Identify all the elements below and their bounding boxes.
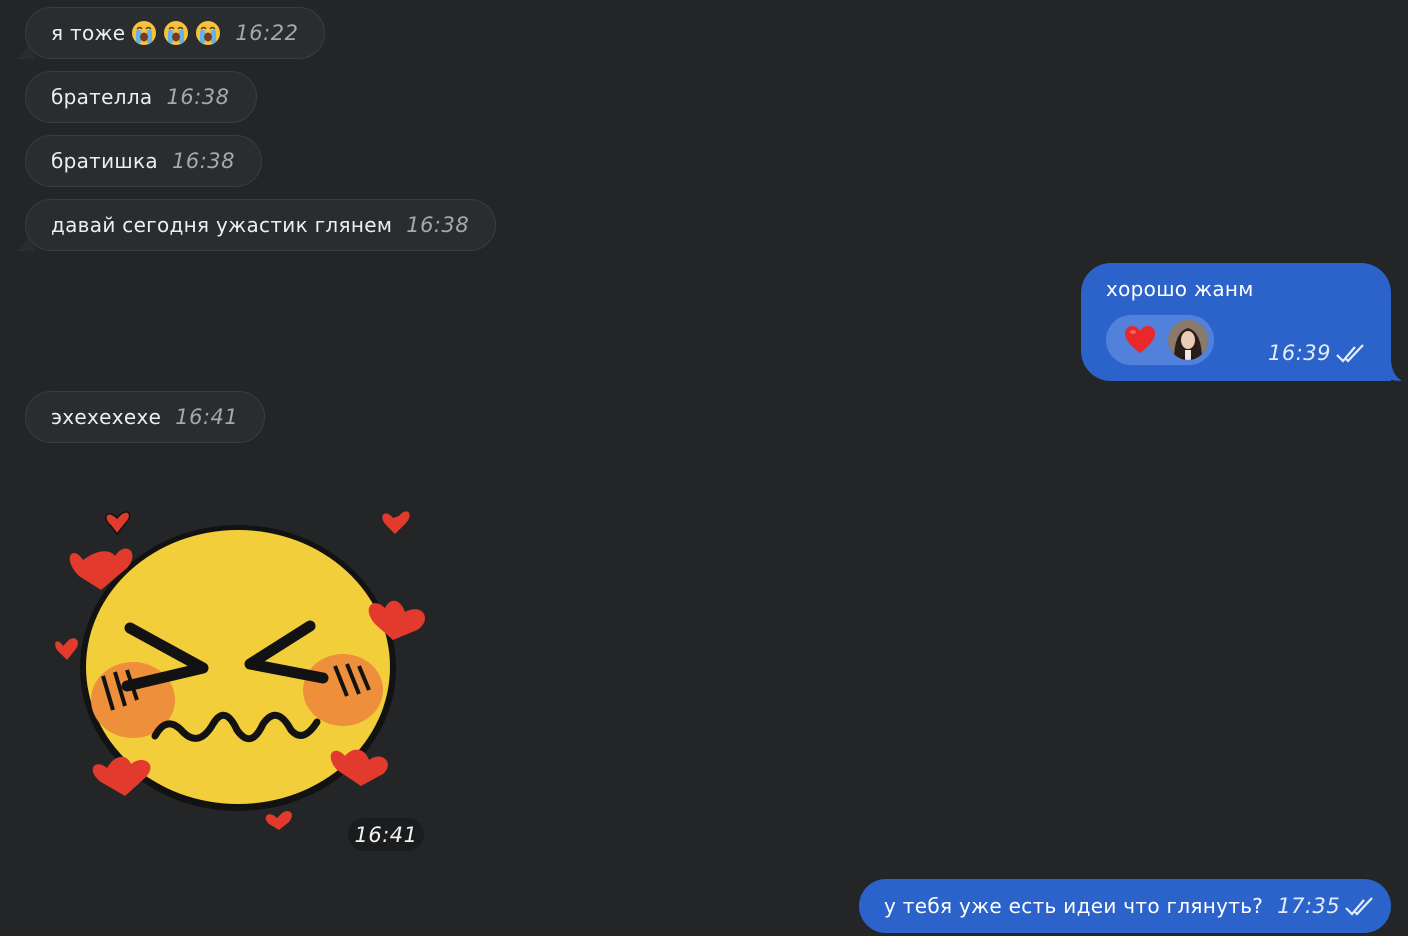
message-time: 16:22 <box>235 21 299 45</box>
crying-face-icon <box>196 21 221 45</box>
message-time: 16:41 <box>175 405 239 429</box>
double-check-icon <box>1345 897 1374 916</box>
sticker-image[interactable] <box>55 478 430 833</box>
heart-icon <box>105 511 131 536</box>
incoming-message[interactable]: давай сегодня ужастик глянем 16:38 <box>14 199 497 251</box>
reaction-pill[interactable] <box>1106 315 1214 365</box>
crying-face-icon <box>132 21 157 45</box>
message-text: хорошо жанм <box>1106 277 1254 301</box>
incoming-message[interactable]: брателла 16:38 <box>25 71 257 123</box>
double-check-icon <box>1336 344 1364 363</box>
message-text: братишка <box>51 149 158 173</box>
emoji-group <box>125 20 221 46</box>
incoming-message[interactable]: братишка 16:38 <box>25 135 263 187</box>
incoming-message[interactable]: я тоже 16:22 <box>14 7 326 59</box>
chat-history: я тоже 16:22 брателла 16:38 братишка 16:… <box>0 0 1408 936</box>
time-text: 17:35 <box>1277 894 1341 918</box>
time-text: 16:39 <box>1268 341 1332 365</box>
message-time: 16:38 <box>171 149 236 173</box>
message-text: эхехехехе <box>51 405 162 429</box>
message-text: я тоже <box>51 21 126 45</box>
outgoing-message[interactable]: у тебя уже есть идеи что глянуть? 17:35 <box>859 879 1391 933</box>
message-time: 16:38 <box>406 213 470 237</box>
avatar <box>1168 320 1208 360</box>
outgoing-message[interactable]: хорошо жанм 16:39 <box>1081 263 1391 381</box>
incoming-message[interactable]: эхехехехе 16:41 <box>25 391 266 443</box>
bubble-tail <box>14 237 36 251</box>
message-text: у тебя уже есть идеи что глянуть? <box>884 894 1264 918</box>
heart-icon <box>1125 326 1155 353</box>
crying-face-icon <box>164 21 189 45</box>
message-time: 17:35 <box>1277 894 1376 918</box>
bubble-tail <box>14 45 36 59</box>
message-text: брателла <box>51 85 153 109</box>
message-time: 16:38 <box>166 85 230 109</box>
message-text: давай сегодня ужастик глянем <box>51 213 393 237</box>
message-time: 16:39 <box>1268 341 1367 365</box>
bubble-tail <box>1378 361 1402 381</box>
sticker-time: 16:41 <box>348 818 424 851</box>
